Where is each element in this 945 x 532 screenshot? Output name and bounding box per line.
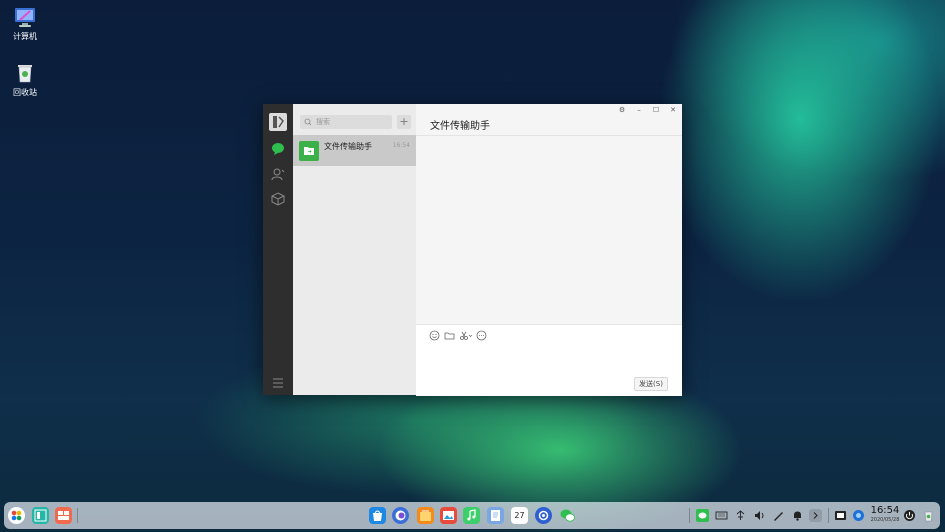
desktop-icon-label: 回收站 xyxy=(13,88,37,97)
message-input[interactable]: 发送(S) xyxy=(416,324,682,396)
file-manager-icon[interactable] xyxy=(417,507,434,524)
app-sidebar xyxy=(263,104,293,395)
settings-icon[interactable]: ⚙ xyxy=(615,106,629,114)
send-button[interactable]: 发送(S) xyxy=(634,377,668,391)
chat-time: 16:54 xyxy=(392,142,410,149)
trash-tray-icon[interactable] xyxy=(922,509,935,522)
clock-date: 2020/05/28 xyxy=(870,517,900,523)
app-store-icon[interactable] xyxy=(369,507,386,524)
folder-icon[interactable] xyxy=(444,330,455,341)
calendar-icon[interactable]: 27 xyxy=(511,507,528,524)
pen-icon[interactable] xyxy=(772,509,785,522)
multitask-view-icon[interactable] xyxy=(32,507,49,524)
desktop-icon-computer[interactable]: 计算机 xyxy=(0,6,50,42)
maximize-button[interactable]: ☐ xyxy=(649,106,663,114)
wechat-window: 搜索 + 文件传输助手 16:54 ⚙ – ☐ ✕ 文件传输助手 发送(S) xyxy=(263,104,682,396)
taskbar: 27 16:54 2020/05/28 xyxy=(4,502,940,529)
notification-bell-icon[interactable] xyxy=(791,509,804,522)
divider xyxy=(77,508,78,523)
app-store-grid-icon[interactable] xyxy=(55,507,72,524)
sync-icon[interactable] xyxy=(852,509,865,522)
desktop-icon-trash[interactable]: 回收站 xyxy=(0,62,50,98)
desktop-icon-label: 计算机 xyxy=(13,32,37,41)
volume-icon[interactable] xyxy=(753,509,766,522)
search-input[interactable]: 搜索 xyxy=(300,115,392,129)
wechat-icon[interactable] xyxy=(559,507,576,524)
screen-icon[interactable] xyxy=(834,509,847,522)
image-viewer-icon[interactable] xyxy=(440,507,457,524)
document-viewer-icon[interactable] xyxy=(487,507,504,524)
network-icon[interactable] xyxy=(734,509,747,522)
file-transfer-icon xyxy=(299,141,319,161)
computer-icon xyxy=(14,6,36,28)
keyboard-icon[interactable] xyxy=(715,509,728,522)
chat-title: 文件传输助手 xyxy=(430,121,490,132)
contacts-icon[interactable] xyxy=(271,167,285,181)
close-button[interactable]: ✕ xyxy=(666,106,680,114)
chat-list-panel: 搜索 + 文件传输助手 16:54 xyxy=(293,104,416,395)
control-center-icon[interactable] xyxy=(535,507,552,524)
chevron-right-icon[interactable] xyxy=(809,509,822,522)
divider xyxy=(689,508,690,523)
launcher-icon[interactable] xyxy=(8,507,25,524)
clock[interactable]: 16:54 2020/05/28 xyxy=(870,505,900,524)
chat-icon[interactable] xyxy=(271,142,285,156)
divider xyxy=(828,508,829,523)
message-bubble-icon[interactable] xyxy=(476,330,487,341)
trash-icon xyxy=(14,62,36,84)
wechat-tray-icon[interactable] xyxy=(696,509,709,522)
emoji-icon[interactable] xyxy=(429,330,440,341)
search-icon xyxy=(304,115,312,134)
add-button[interactable]: + xyxy=(397,115,411,129)
power-icon[interactable] xyxy=(903,509,916,522)
music-icon[interactable] xyxy=(463,507,480,524)
avatar[interactable] xyxy=(269,113,287,131)
chat-name: 文件传输助手 xyxy=(324,142,372,151)
list-item[interactable]: 文件传输助手 16:54 xyxy=(293,135,416,166)
minimize-button[interactable]: – xyxy=(632,106,646,114)
clock-time: 16:54 xyxy=(870,505,900,516)
browser-icon[interactable] xyxy=(392,507,409,524)
divider xyxy=(416,135,682,136)
screenshot-icon[interactable] xyxy=(459,330,473,341)
favorites-icon[interactable] xyxy=(271,192,285,206)
calendar-day: 27 xyxy=(514,511,525,520)
chat-panel: ⚙ – ☐ ✕ 文件传输助手 发送(S) xyxy=(416,104,682,396)
search-placeholder: 搜索 xyxy=(316,118,330,126)
menu-icon[interactable] xyxy=(271,376,285,390)
